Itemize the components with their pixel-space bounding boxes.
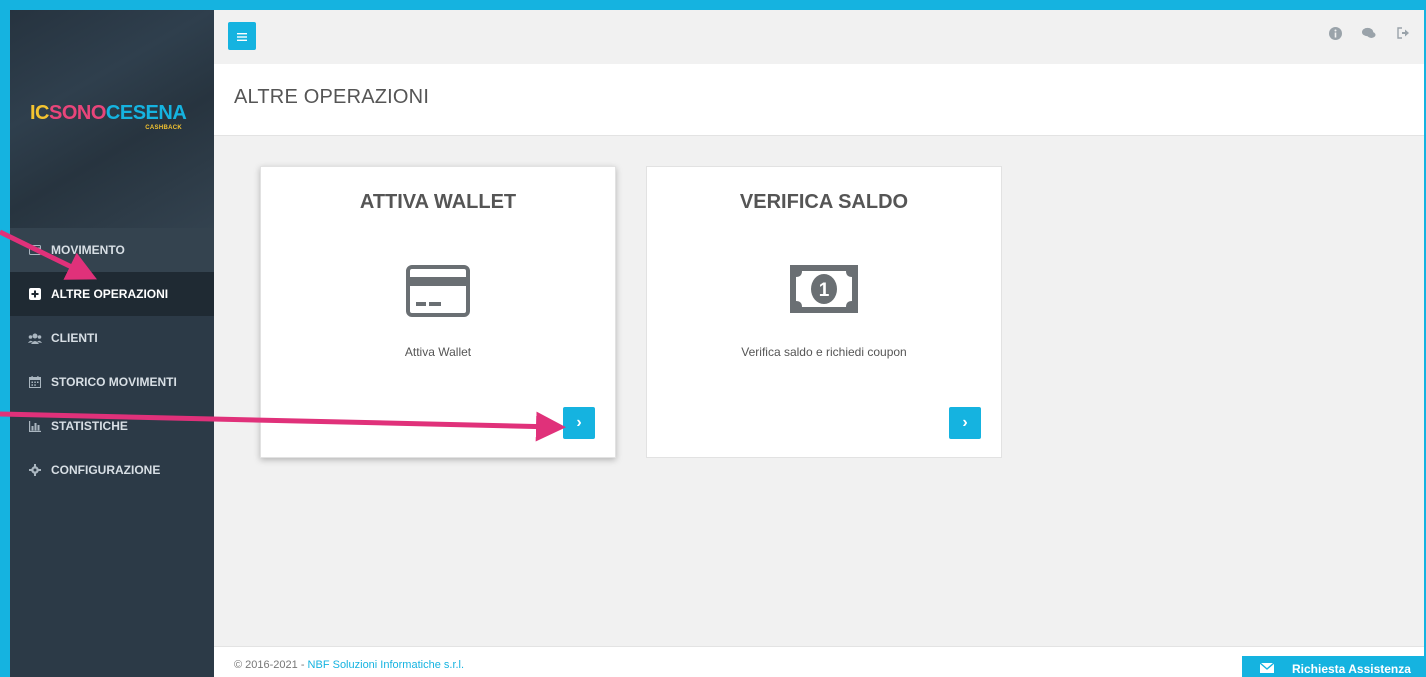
envelope-icon bbox=[1259, 662, 1275, 676]
support-label: Richiesta Assistenza bbox=[1292, 662, 1411, 676]
sidebar-item-label: STATISTICHE bbox=[51, 419, 128, 433]
logo-part-sono: SONO bbox=[49, 102, 106, 124]
topbar bbox=[214, 10, 1424, 64]
chat-icon[interactable] bbox=[1362, 26, 1376, 40]
sidebar-item-movimento[interactable]: MOVIMENTO bbox=[10, 228, 214, 272]
logo-part-cesena: CESENA bbox=[105, 102, 187, 124]
sidebar-item-label: CONFIGURAZIONE bbox=[51, 463, 161, 477]
credit-card-icon bbox=[28, 243, 42, 257]
card-description: Verifica saldo e richiedi coupon bbox=[741, 345, 907, 359]
menu-toggle-button[interactable] bbox=[228, 22, 256, 50]
sidebar: ICSONOCESENA CASHBACK MOVIMENTO ALTRE OP… bbox=[10, 10, 214, 677]
gear-icon bbox=[28, 463, 42, 477]
sidebar-item-label: STORICO MOVIMENTI bbox=[51, 375, 177, 389]
app-frame: ICSONOCESENA CASHBACK MOVIMENTO ALTRE OP… bbox=[10, 10, 1424, 677]
sidebar-item-altre-operazioni[interactable]: ALTRE OPERAZIONI bbox=[10, 272, 214, 316]
topbar-actions bbox=[1294, 26, 1410, 40]
card-title: VERIFICA SALDO bbox=[739, 191, 909, 213]
calendar-icon bbox=[28, 375, 42, 389]
logo-part-ic: IC bbox=[30, 102, 50, 124]
logo-subtitle: CASHBACK bbox=[145, 125, 182, 131]
card-attiva-wallet: ATTIVA WALLET Attiva Wallet › bbox=[260, 166, 616, 458]
sidebar-item-label: CLIENTI bbox=[51, 331, 98, 345]
sidebar-item-statistiche[interactable]: STATISTICHE bbox=[10, 404, 214, 448]
logout-icon[interactable] bbox=[1396, 26, 1410, 40]
info-icon[interactable] bbox=[1328, 26, 1342, 40]
card-verifica-saldo: VERIFICA SALDO 1 Verifica saldo e richie… bbox=[646, 166, 1002, 458]
company-link[interactable]: NBF Soluzioni Informatiche s.r.l. bbox=[308, 659, 465, 671]
footer: © 2016-2021 - NBF Soluzioni Informatiche… bbox=[214, 646, 1424, 677]
sidebar-item-configurazione[interactable]: CONFIGURAZIONE bbox=[10, 448, 214, 492]
sidebar-item-storico-movimenti[interactable]: STORICO MOVIMENTI bbox=[10, 360, 214, 404]
footer-copyright: © 2016-2021 - NBF Soluzioni Informatiche… bbox=[234, 659, 464, 671]
sidebar-item-clienti[interactable]: CLIENTI bbox=[10, 316, 214, 360]
sidebar-header: ICSONOCESENA CASHBACK bbox=[10, 10, 214, 228]
chevron-right-icon: › bbox=[576, 414, 582, 431]
sidebar-nav: MOVIMENTO ALTRE OPERAZIONI CLIENTI STORI… bbox=[10, 228, 214, 492]
copyright-text: © 2016-2021 - bbox=[234, 659, 308, 671]
card-title: ATTIVA WALLET bbox=[359, 191, 517, 213]
open-verifica-saldo-button[interactable]: › bbox=[949, 407, 981, 439]
brand-logo[interactable]: ICSONOCESENA CASHBACK bbox=[30, 102, 200, 142]
sidebar-item-label: MOVIMENTO bbox=[51, 243, 125, 257]
page-header: ALTRE OPERAZIONI bbox=[214, 64, 1424, 136]
hamburger-icon bbox=[237, 28, 247, 44]
sidebar-item-label: ALTRE OPERAZIONI bbox=[51, 287, 169, 301]
bar-chart-icon bbox=[28, 419, 42, 433]
chevron-right-icon: › bbox=[962, 414, 968, 431]
money-bill-icon: 1 bbox=[790, 265, 858, 318]
svg-text:1: 1 bbox=[819, 280, 830, 301]
open-attiva-wallet-button[interactable]: › bbox=[563, 407, 595, 439]
users-icon bbox=[28, 331, 42, 345]
credit-card-icon bbox=[406, 265, 470, 322]
plus-square-icon bbox=[28, 287, 42, 301]
italian-flag-icon[interactable] bbox=[1294, 26, 1308, 40]
support-request-button[interactable]: Richiesta Assistenza bbox=[1242, 656, 1424, 677]
page-title: ALTRE OPERAZIONI bbox=[234, 86, 430, 108]
card-description: Attiva Wallet bbox=[404, 345, 472, 359]
